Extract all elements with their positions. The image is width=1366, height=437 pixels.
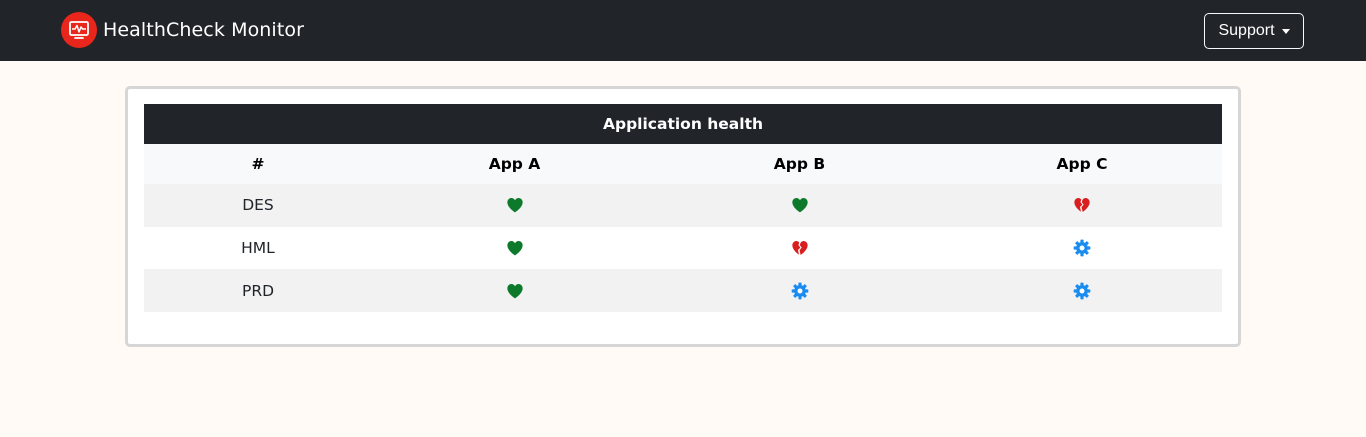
heart-icon[interactable] xyxy=(506,196,524,214)
column-header-app-b: App B xyxy=(773,155,826,173)
status-cell-app-c xyxy=(942,196,1222,214)
table-row: PRD xyxy=(144,269,1222,313)
health-table: Application health # App A App B App C D… xyxy=(144,104,1222,313)
top-navbar: HealthCheck Monitor Support xyxy=(0,0,1366,61)
heart-icon[interactable] xyxy=(791,196,809,214)
table-body: DES HML PRD xyxy=(144,184,1222,313)
row-env-label: PRD xyxy=(241,281,275,300)
status-cell-app-c xyxy=(942,282,1222,300)
heart-icon[interactable] xyxy=(506,282,524,300)
brand-name: HealthCheck Monitor xyxy=(103,19,305,41)
column-header-app-a: App A xyxy=(488,155,541,173)
table-row: DES xyxy=(144,184,1222,227)
table-row: HML xyxy=(144,226,1222,270)
broken-heart-icon[interactable] xyxy=(791,239,809,257)
caret-down-icon xyxy=(1281,29,1290,34)
heart-monitor-icon xyxy=(61,12,97,48)
column-header-env: # xyxy=(251,155,265,173)
support-dropdown-button[interactable]: Support xyxy=(1204,13,1304,49)
status-cell-app-b xyxy=(657,196,942,214)
gear-icon[interactable] xyxy=(791,282,809,300)
status-cell-app-b xyxy=(657,282,942,300)
row-env-label: HML xyxy=(241,239,275,258)
gear-icon[interactable] xyxy=(1073,239,1091,257)
status-cell-app-a xyxy=(372,239,657,257)
heart-icon[interactable] xyxy=(506,239,524,257)
health-card: Application health # App A App B App C D… xyxy=(125,86,1241,347)
status-cell-app-c xyxy=(942,239,1222,257)
status-cell-app-a xyxy=(372,282,657,300)
broken-heart-icon[interactable] xyxy=(1073,196,1091,214)
row-env-label: DES xyxy=(242,196,274,215)
status-cell-app-b xyxy=(657,239,942,257)
gear-icon[interactable] xyxy=(1073,282,1091,300)
table-caption: Application health xyxy=(144,104,1222,144)
brand[interactable]: HealthCheck Monitor xyxy=(61,12,304,48)
support-label: Support xyxy=(1218,22,1275,39)
column-header-app-c: App C xyxy=(1056,155,1108,173)
status-cell-app-a xyxy=(372,196,657,214)
table-header-row: # App A App B App C xyxy=(144,144,1222,184)
